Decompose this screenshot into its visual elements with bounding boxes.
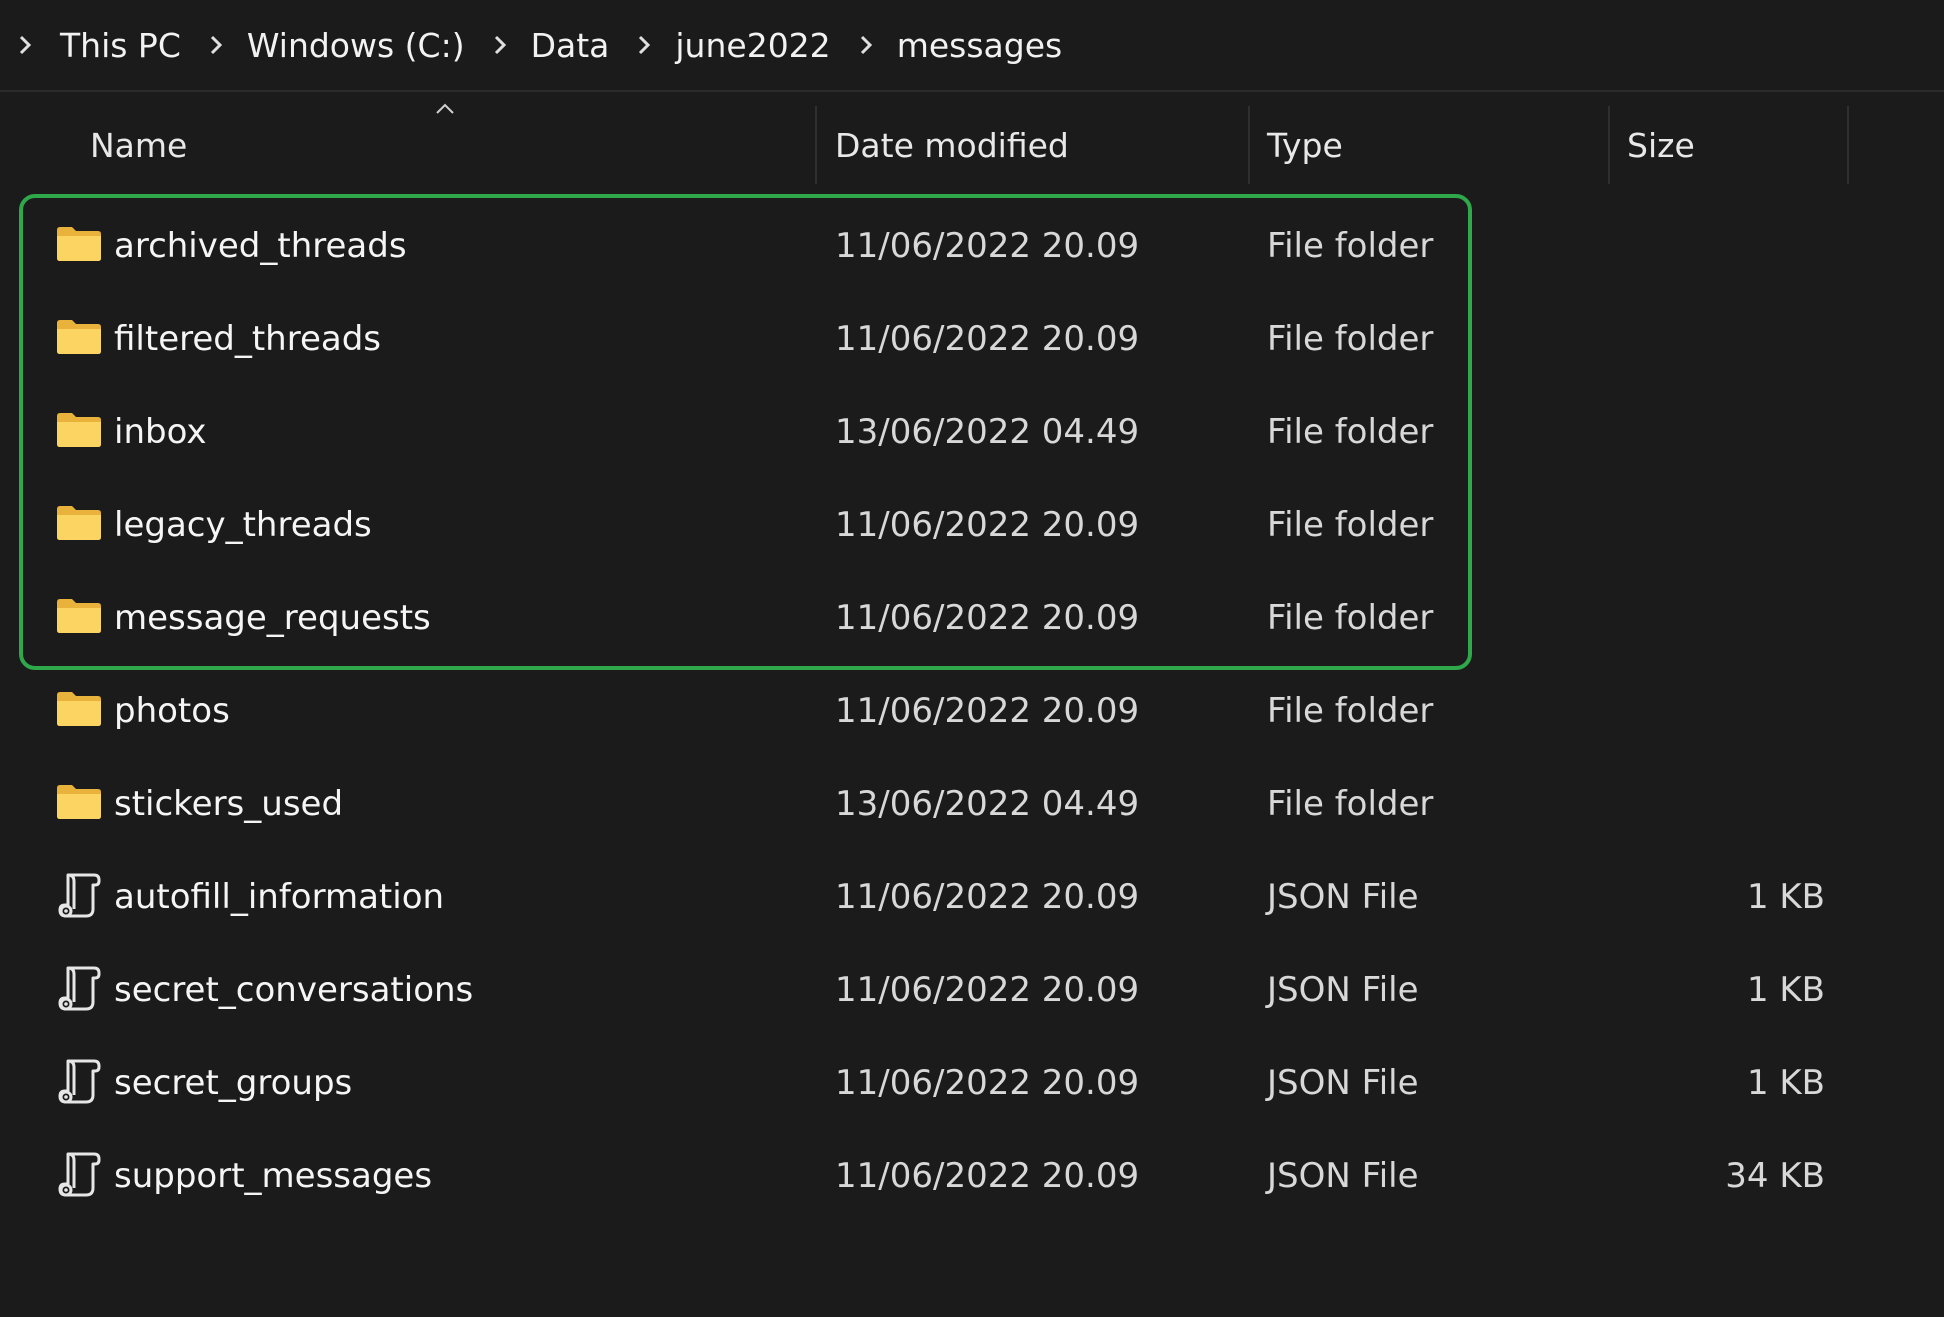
file-type: JSON File	[1267, 877, 1419, 917]
list-item[interactable]: legacy_threads 11/06/2022 20.09 File folde…	[0, 479, 1944, 572]
folder-icon	[54, 778, 104, 828]
column-header: Name Date modified Type Size	[0, 103, 1944, 184]
file-type: File folder	[1267, 505, 1434, 545]
file-name: message_requests	[114, 598, 431, 638]
file-name: inbox	[114, 412, 207, 452]
date-modified: 13/06/2022 04.49	[835, 784, 1140, 824]
file-size: 1 KB	[1746, 970, 1825, 1010]
file-type: JSON File	[1267, 970, 1419, 1010]
list-item[interactable]: stickers_used 13/06/2022 04.49 File folder	[0, 758, 1944, 851]
file-size: 1 KB	[1746, 1063, 1825, 1103]
list-item[interactable]: secret_groups 11/06/2022 20.09 JSON File 1 …	[0, 1037, 1944, 1130]
breadcrumb-item-messages[interactable]: messages	[897, 26, 1063, 65]
file-type: File folder	[1267, 412, 1434, 452]
list-item[interactable]: archived_threads 11/06/2022 20.09 File fol…	[0, 200, 1944, 293]
file-name: archived_threads	[114, 226, 407, 266]
file-size: 1 KB	[1746, 877, 1825, 917]
breadcrumb-item-june2022[interactable]: june2022	[675, 26, 830, 65]
list-item[interactable]: inbox 13/06/2022 04.49 File folder	[0, 386, 1944, 479]
breadcrumb: This PC Windows (C:) Data june2022 messa…	[0, 0, 1944, 92]
chevron-right-icon[interactable]	[203, 32, 229, 58]
file-size	[1627, 479, 1825, 572]
folder-icon	[54, 406, 104, 456]
file-size	[1627, 572, 1825, 665]
file-size	[1627, 200, 1825, 293]
date-modified: 11/06/2022 20.09	[835, 691, 1140, 731]
column-header-name[interactable]: Name	[90, 106, 810, 184]
date-modified: 11/06/2022 20.09	[835, 877, 1140, 917]
list-item[interactable]: support_messages 11/06/2022 20.09 JSON Fil…	[0, 1130, 1944, 1223]
file-size	[1627, 665, 1825, 758]
date-modified: 11/06/2022 20.09	[835, 970, 1140, 1010]
date-modified: 13/06/2022 04.49	[835, 412, 1140, 452]
date-modified: 11/06/2022 20.09	[835, 1156, 1140, 1196]
json-file-icon	[54, 964, 104, 1014]
date-modified: 11/06/2022 20.09	[835, 226, 1140, 266]
file-size	[1627, 758, 1825, 851]
column-divider[interactable]	[815, 106, 817, 184]
column-divider[interactable]	[1608, 106, 1610, 184]
column-header-size[interactable]: Size	[1627, 106, 1847, 184]
file-size	[1627, 386, 1825, 479]
column-divider[interactable]	[1248, 106, 1250, 184]
file-type: File folder	[1267, 226, 1434, 266]
file-type: JSON File	[1267, 1156, 1419, 1196]
chevron-right-icon[interactable]	[12, 32, 38, 58]
file-name: support_messages	[114, 1156, 433, 1196]
date-modified: 11/06/2022 20.09	[835, 598, 1140, 638]
breadcrumb-item-data[interactable]: Data	[531, 26, 610, 65]
list-item[interactable]: photos 11/06/2022 20.09 File folder	[0, 665, 1944, 758]
file-size	[1627, 293, 1825, 386]
file-list: archived_threads 11/06/2022 20.09 File fol…	[0, 200, 1944, 1223]
json-file-icon	[54, 1057, 104, 1107]
column-divider[interactable]	[1847, 106, 1849, 184]
date-modified: 11/06/2022 20.09	[835, 505, 1140, 545]
json-file-icon	[54, 1150, 104, 1200]
file-name: stickers_used	[114, 784, 344, 824]
date-modified: 11/06/2022 20.09	[835, 319, 1140, 359]
folder-icon	[54, 592, 104, 642]
column-header-type[interactable]: Type	[1267, 106, 1607, 184]
file-type: File folder	[1267, 319, 1434, 359]
file-name: secret_groups	[114, 1063, 353, 1103]
list-item[interactable]: autofill_information 11/06/2022 20.09 JSON…	[0, 851, 1944, 944]
date-modified: 11/06/2022 20.09	[835, 1063, 1140, 1103]
list-item[interactable]: message_requests 11/06/2022 20.09 File fol…	[0, 572, 1944, 665]
file-name: legacy_threads	[114, 505, 372, 545]
file-size: 34 KB	[1725, 1156, 1825, 1196]
file-name: photos	[114, 691, 230, 731]
folder-icon	[54, 313, 104, 363]
folder-icon	[54, 499, 104, 549]
file-name: autofill_information	[114, 877, 445, 917]
list-item[interactable]: secret_conversations 11/06/2022 20.09 JSON…	[0, 944, 1944, 1037]
file-type: File folder	[1267, 598, 1434, 638]
json-file-icon	[54, 871, 104, 921]
folder-icon	[54, 220, 104, 270]
list-item[interactable]: filtered_threads 11/06/2022 20.09 File fol…	[0, 293, 1944, 386]
file-name: secret_conversations	[114, 970, 474, 1010]
chevron-right-icon[interactable]	[487, 32, 513, 58]
breadcrumb-item-windows-c[interactable]: Windows (C:)	[247, 26, 465, 65]
breadcrumb-item-this-pc[interactable]: This PC	[60, 26, 181, 65]
chevron-right-icon[interactable]	[631, 32, 657, 58]
file-type: File folder	[1267, 691, 1434, 731]
column-header-date-modified[interactable]: Date modified	[835, 106, 1245, 184]
file-name: filtered_threads	[114, 319, 382, 359]
chevron-right-icon[interactable]	[853, 32, 879, 58]
folder-icon	[54, 685, 104, 735]
file-type: JSON File	[1267, 1063, 1419, 1103]
file-type: File folder	[1267, 784, 1434, 824]
